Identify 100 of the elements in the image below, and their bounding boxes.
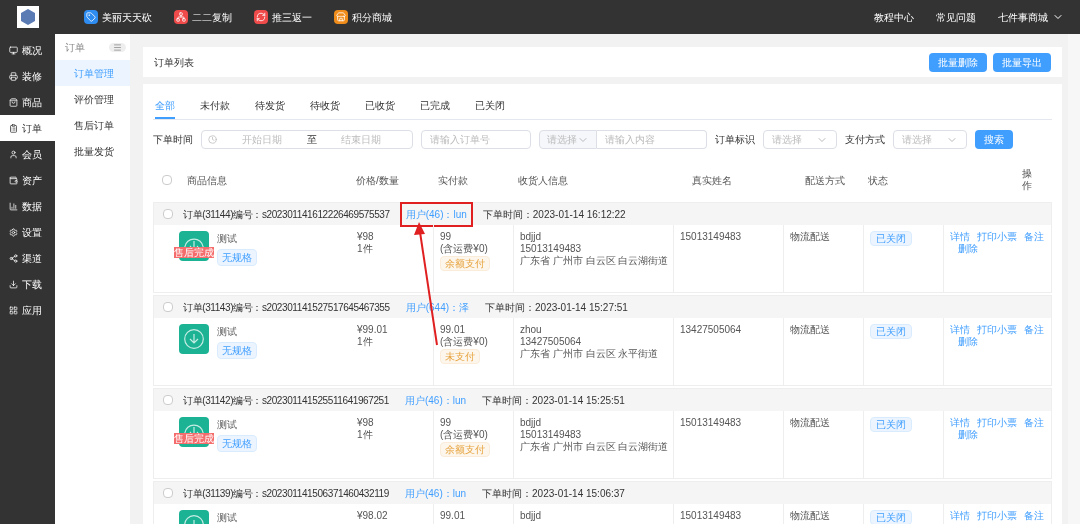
- order-time: 下单时间：2023-01-14 15:27:51: [485, 300, 628, 315]
- product-name: 测试: [217, 418, 237, 432]
- top-nav-link[interactable]: 推三返一: [272, 9, 312, 25]
- shipping-method: 物流配送: [790, 417, 830, 428]
- checkbox[interactable]: [163, 395, 173, 405]
- checkbox[interactable]: [162, 175, 172, 185]
- tab[interactable]: 未付款: [200, 98, 230, 119]
- sidebar-item[interactable]: 设置: [0, 219, 55, 245]
- sidebar-item[interactable]: 渠道: [0, 245, 55, 271]
- tab[interactable]: 已收货: [365, 98, 395, 119]
- top-nav-link[interactable]: 美丽天天砍: [102, 9, 152, 25]
- receiver-text: 广东省 广州市 白云区 白云湖街道: [520, 441, 669, 453]
- sidebar-item[interactable]: 资产: [0, 167, 55, 193]
- submenu-title: 订单: [65, 40, 85, 55]
- payment-tag: 余额支付: [440, 442, 490, 457]
- receiver-text: bdjjd: [520, 417, 542, 429]
- receiver-text: 15013149483: [520, 243, 582, 255]
- top-nav-link[interactable]: 二二复制: [192, 9, 232, 25]
- app-icon[interactable]: [254, 10, 268, 24]
- paid-text: (含运费¥0): [440, 336, 488, 348]
- submenu-item[interactable]: 售后订单: [55, 112, 130, 138]
- column-header: 配送方式: [805, 174, 845, 186]
- top-link[interactable]: 教程中心: [874, 9, 914, 25]
- sidebar-icon: [9, 305, 18, 315]
- column-header: 价格/数量: [356, 174, 399, 186]
- status-tag: 已关闭: [870, 231, 912, 246]
- shipping-method: 物流配送: [790, 231, 830, 242]
- tab[interactable]: 待收货: [310, 98, 340, 119]
- paid-text: 99.01: [440, 324, 466, 336]
- tab[interactable]: 已关闭: [475, 98, 505, 119]
- submenu-item[interactable]: 批量发货: [55, 138, 130, 164]
- order-number: 订单(31144)编号：s202301141612226469575537: [183, 207, 390, 222]
- paid-text: 99: [440, 231, 452, 243]
- sidebar-icon: [9, 175, 18, 185]
- app-icon[interactable]: [174, 10, 188, 24]
- price-text: 1件: [357, 429, 373, 441]
- product-name: 测试: [217, 511, 237, 524]
- app-icon[interactable]: [334, 10, 348, 24]
- sidebar-icon: [9, 149, 18, 159]
- sidebar-item[interactable]: 商品: [0, 89, 55, 115]
- sidebar-item[interactable]: 订单: [0, 115, 55, 141]
- top-nav-link[interactable]: 积分商城: [352, 9, 392, 25]
- after-sale-badge: 售后完成: [174, 433, 214, 444]
- tab[interactable]: 待发货: [255, 98, 285, 119]
- sidebar-item[interactable]: 装修: [0, 63, 55, 89]
- paid-text: 99.01: [440, 510, 466, 522]
- shop-dropdown[interactable]: 七件事商城: [998, 9, 1048, 25]
- payment-tag: 未支付: [440, 349, 480, 364]
- sidebar-item[interactable]: 会员: [0, 141, 55, 167]
- price-text: 1件: [357, 243, 373, 255]
- order-number: 订单(31139)编号：s202301141506371460432119: [183, 486, 389, 501]
- filter-label: 支付方式: [845, 133, 885, 147]
- download-icon: [184, 422, 204, 433]
- paid-text: (含运费¥0): [440, 429, 488, 441]
- spec-tag: 无规格: [217, 435, 257, 452]
- real-name: 13427505064: [680, 324, 742, 335]
- sidebar-item[interactable]: 数据: [0, 193, 55, 219]
- order-number: 订单(31143)编号：s202301141527517645467355: [183, 300, 390, 315]
- sidebar-icon: [9, 279, 18, 289]
- receiver-text: 广东省 广州市 白云区 永平街道: [520, 348, 659, 360]
- receiver-text: 15013149483: [520, 429, 582, 441]
- submenu-item[interactable]: 评价管理: [55, 86, 130, 112]
- sidebar-icon: [9, 45, 18, 55]
- receiver-text: 广东省 广州市 白云区 白云湖街道: [520, 255, 669, 267]
- shipping-method: 物流配送: [790, 324, 830, 335]
- checkbox[interactable]: [163, 488, 173, 498]
- tab[interactable]: 已完成: [420, 98, 450, 119]
- filter-label: 订单标识: [715, 133, 755, 147]
- checkbox[interactable]: [163, 209, 173, 219]
- sidebar-icon: [9, 201, 18, 211]
- sidebar-item[interactable]: 下载: [0, 271, 55, 297]
- checkbox[interactable]: [163, 302, 173, 312]
- sidebar-item[interactable]: 概况: [0, 37, 55, 63]
- menu-icon[interactable]: [109, 42, 126, 52]
- sidebar-icon: [9, 253, 18, 263]
- paid-text: (含运费¥0): [440, 243, 488, 255]
- status-tag: 已关闭: [870, 510, 912, 524]
- real-name: 15013149483: [680, 231, 742, 242]
- order-time: 下单时间：2023-01-14 15:25:51: [482, 393, 625, 408]
- real-name: 15013149483: [680, 417, 742, 428]
- top-link[interactable]: 常见问题: [936, 9, 976, 25]
- logo-icon[interactable]: [16, 6, 39, 28]
- receiver-text: bdjjd: [520, 510, 542, 522]
- shipping-method: 物流配送: [790, 510, 830, 521]
- order-number: 订单(31142)编号：s202301141525511641967251: [183, 393, 389, 408]
- column-header: 商品信息: [187, 173, 227, 188]
- price-text: ¥98: [357, 231, 374, 243]
- content-field[interactable]: 请输入内容: [597, 130, 707, 149]
- spec-tag: 无规格: [217, 249, 257, 266]
- status-tag: 已关闭: [870, 324, 912, 339]
- sidebar-icon: [9, 227, 18, 237]
- app-icon[interactable]: [84, 10, 98, 24]
- download-icon: [184, 236, 204, 247]
- real-name: 15013149483: [680, 510, 742, 521]
- page-title: 订单列表: [154, 55, 194, 70]
- column-header: 实付款: [438, 174, 468, 186]
- sidebar-item[interactable]: 应用: [0, 297, 55, 323]
- receiver-text: bdjjd: [520, 231, 542, 243]
- column-header: 收货人信息: [518, 174, 568, 186]
- product-name: 测试: [217, 232, 237, 246]
